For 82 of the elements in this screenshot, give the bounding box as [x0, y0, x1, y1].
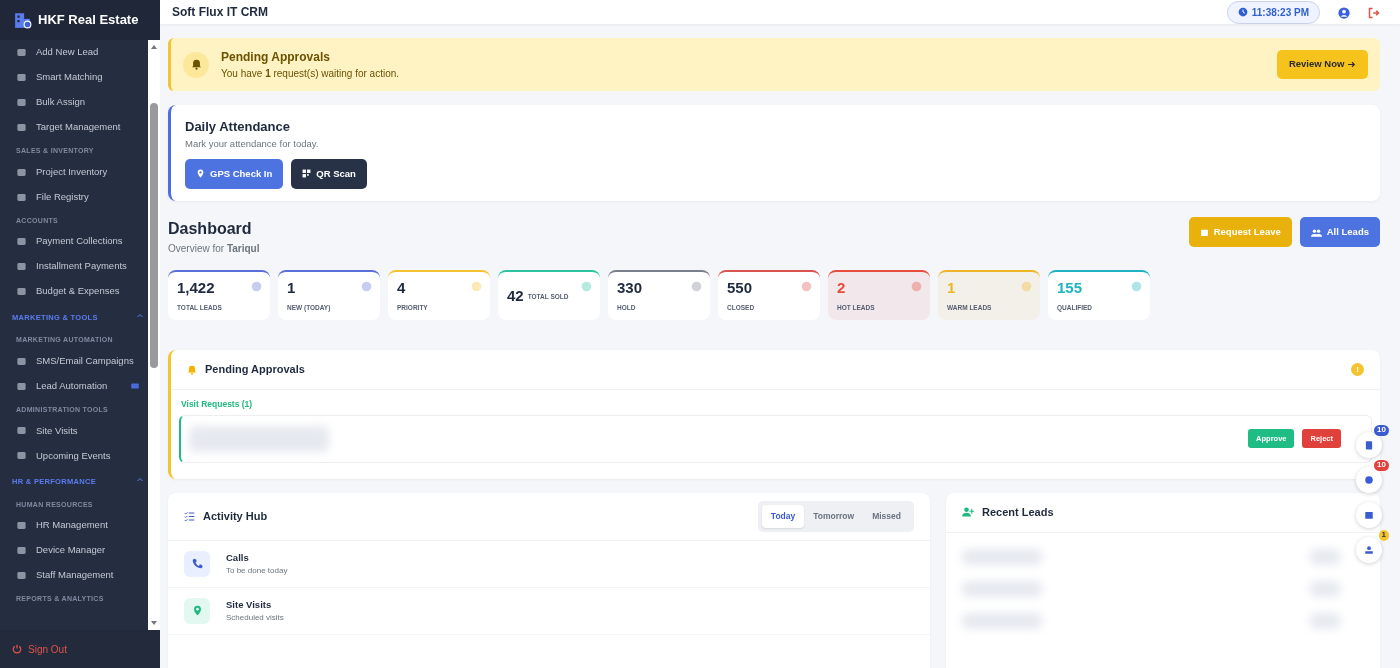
- power-icon: [12, 644, 22, 654]
- tab[interactable]: Tomorrow: [804, 504, 864, 528]
- bell-glyph-icon: [190, 59, 202, 70]
- scroll-down-icon: [150, 619, 158, 627]
- arrow-right-icon: [1347, 60, 1356, 70]
- count-badge: 10: [1374, 425, 1389, 436]
- bell-icon: [187, 364, 197, 375]
- sidebar-item[interactable]: Lead Automation: [8, 373, 148, 399]
- stat-value: 330: [617, 280, 643, 297]
- card-title: Pending Approvals: [205, 362, 305, 378]
- alert-count-badge: !: [1351, 363, 1364, 376]
- stat-value: 2: [837, 280, 846, 297]
- clipboard-icon: [1364, 440, 1374, 450]
- page-title: Dashboard: [168, 219, 253, 239]
- stat-icon: [361, 281, 372, 292]
- stat-value: 1,422: [177, 280, 215, 297]
- phone-glyph-icon: [191, 558, 203, 570]
- brand-name: HKF Real Estate: [38, 11, 139, 30]
- sidebar-item[interactable]: Project Inventory: [8, 159, 148, 185]
- sidebar-item[interactable]: Installment Payments: [8, 254, 148, 279]
- qr-icon: [302, 169, 312, 179]
- sidebar-item[interactable]: Device Manager: [8, 538, 148, 563]
- sidebar-item[interactable]: Staff Management: [8, 563, 148, 588]
- stat-value: 550: [727, 280, 753, 297]
- card-title: Activity Hub: [203, 509, 268, 524]
- item-subtitle: Scheduled visits: [226, 611, 284, 624]
- qr-scan-button[interactable]: QR Scan: [291, 158, 367, 189]
- logout-icon: [1368, 6, 1380, 19]
- sidebar-item[interactable]: Add New Lead: [8, 40, 148, 65]
- scroll-up-icon: [150, 43, 158, 51]
- stat-icon: [581, 281, 592, 292]
- sidebar-item[interactable]: File Registry: [8, 184, 148, 210]
- stat-value: 155: [1057, 280, 1083, 297]
- item-title: Calls: [226, 550, 250, 565]
- building-icon: [14, 11, 32, 29]
- count-badge: 1: [1378, 530, 1389, 541]
- scrollbar[interactable]: [148, 40, 160, 630]
- sidebar-item[interactable]: Site Visits: [8, 418, 148, 444]
- stat-value: 4: [397, 280, 406, 297]
- stat-icon: [801, 281, 812, 292]
- sidebar-item[interactable]: Payment Collections: [8, 229, 148, 254]
- stat-value: 1: [947, 280, 956, 297]
- sidebar-item[interactable]: Smart Matching: [8, 65, 148, 90]
- pin-icon: [196, 169, 205, 179]
- alert-message: You have 1 request(s) waiting for action.: [221, 67, 400, 81]
- stat-icon: [691, 281, 702, 292]
- pin-glyph-icon: [191, 605, 203, 617]
- count-badge: 10: [1374, 460, 1389, 471]
- section-heading: Visit Requests (1): [180, 398, 254, 411]
- floating-button[interactable]: [1356, 467, 1382, 493]
- checklist-icon: [184, 510, 195, 522]
- tab[interactable]: Missed: [863, 504, 910, 528]
- item-title: Site Visits: [226, 597, 273, 612]
- review-now-button[interactable]: Review Now: [1276, 50, 1368, 79]
- sidebar-item[interactable]: Upcoming Events: [8, 443, 148, 469]
- sidebar-item[interactable]: Bulk Assign: [8, 90, 148, 115]
- alert-title: Pending Approvals: [221, 49, 331, 66]
- item-subtitle: To be done today: [226, 564, 288, 577]
- sign-out-link[interactable]: Sign Out: [0, 630, 160, 668]
- tag-icon: [130, 381, 140, 392]
- stat-icon: [1021, 281, 1032, 292]
- stat-icon: [911, 281, 922, 292]
- tab[interactable]: Today: [761, 504, 805, 528]
- stat-icon: [1131, 281, 1142, 292]
- stat-icon: [251, 281, 262, 292]
- user-icon: [1338, 6, 1350, 19]
- stat-value: 1: [287, 280, 296, 297]
- gps-check-in-button[interactable]: GPS Check In: [185, 158, 284, 189]
- all-leads-button[interactable]: All Leads: [1299, 217, 1380, 248]
- stat-value: 42: [507, 288, 524, 305]
- stat-icon: [471, 281, 482, 292]
- card-subtitle: Mark your attendance for today.: [185, 136, 320, 151]
- clock-display: 11:38:23 PM: [1226, 0, 1320, 24]
- sidebar-item[interactable]: Budget & Expenses: [8, 279, 148, 304]
- sidebar-item[interactable]: Target Management: [8, 115, 148, 140]
- sidebar-item[interactable]: HR Management: [8, 513, 148, 538]
- card-title: Daily Attendance: [185, 118, 291, 136]
- card-title: Recent Leads: [982, 505, 1054, 520]
- sidebar-item[interactable]: SMS/Email Campaigns: [8, 348, 148, 374]
- clock-icon: [1237, 7, 1248, 17]
- page-subtitle: Overview for Tariqul: [168, 242, 260, 256]
- app-title: Soft Flux IT CRM: [172, 4, 268, 21]
